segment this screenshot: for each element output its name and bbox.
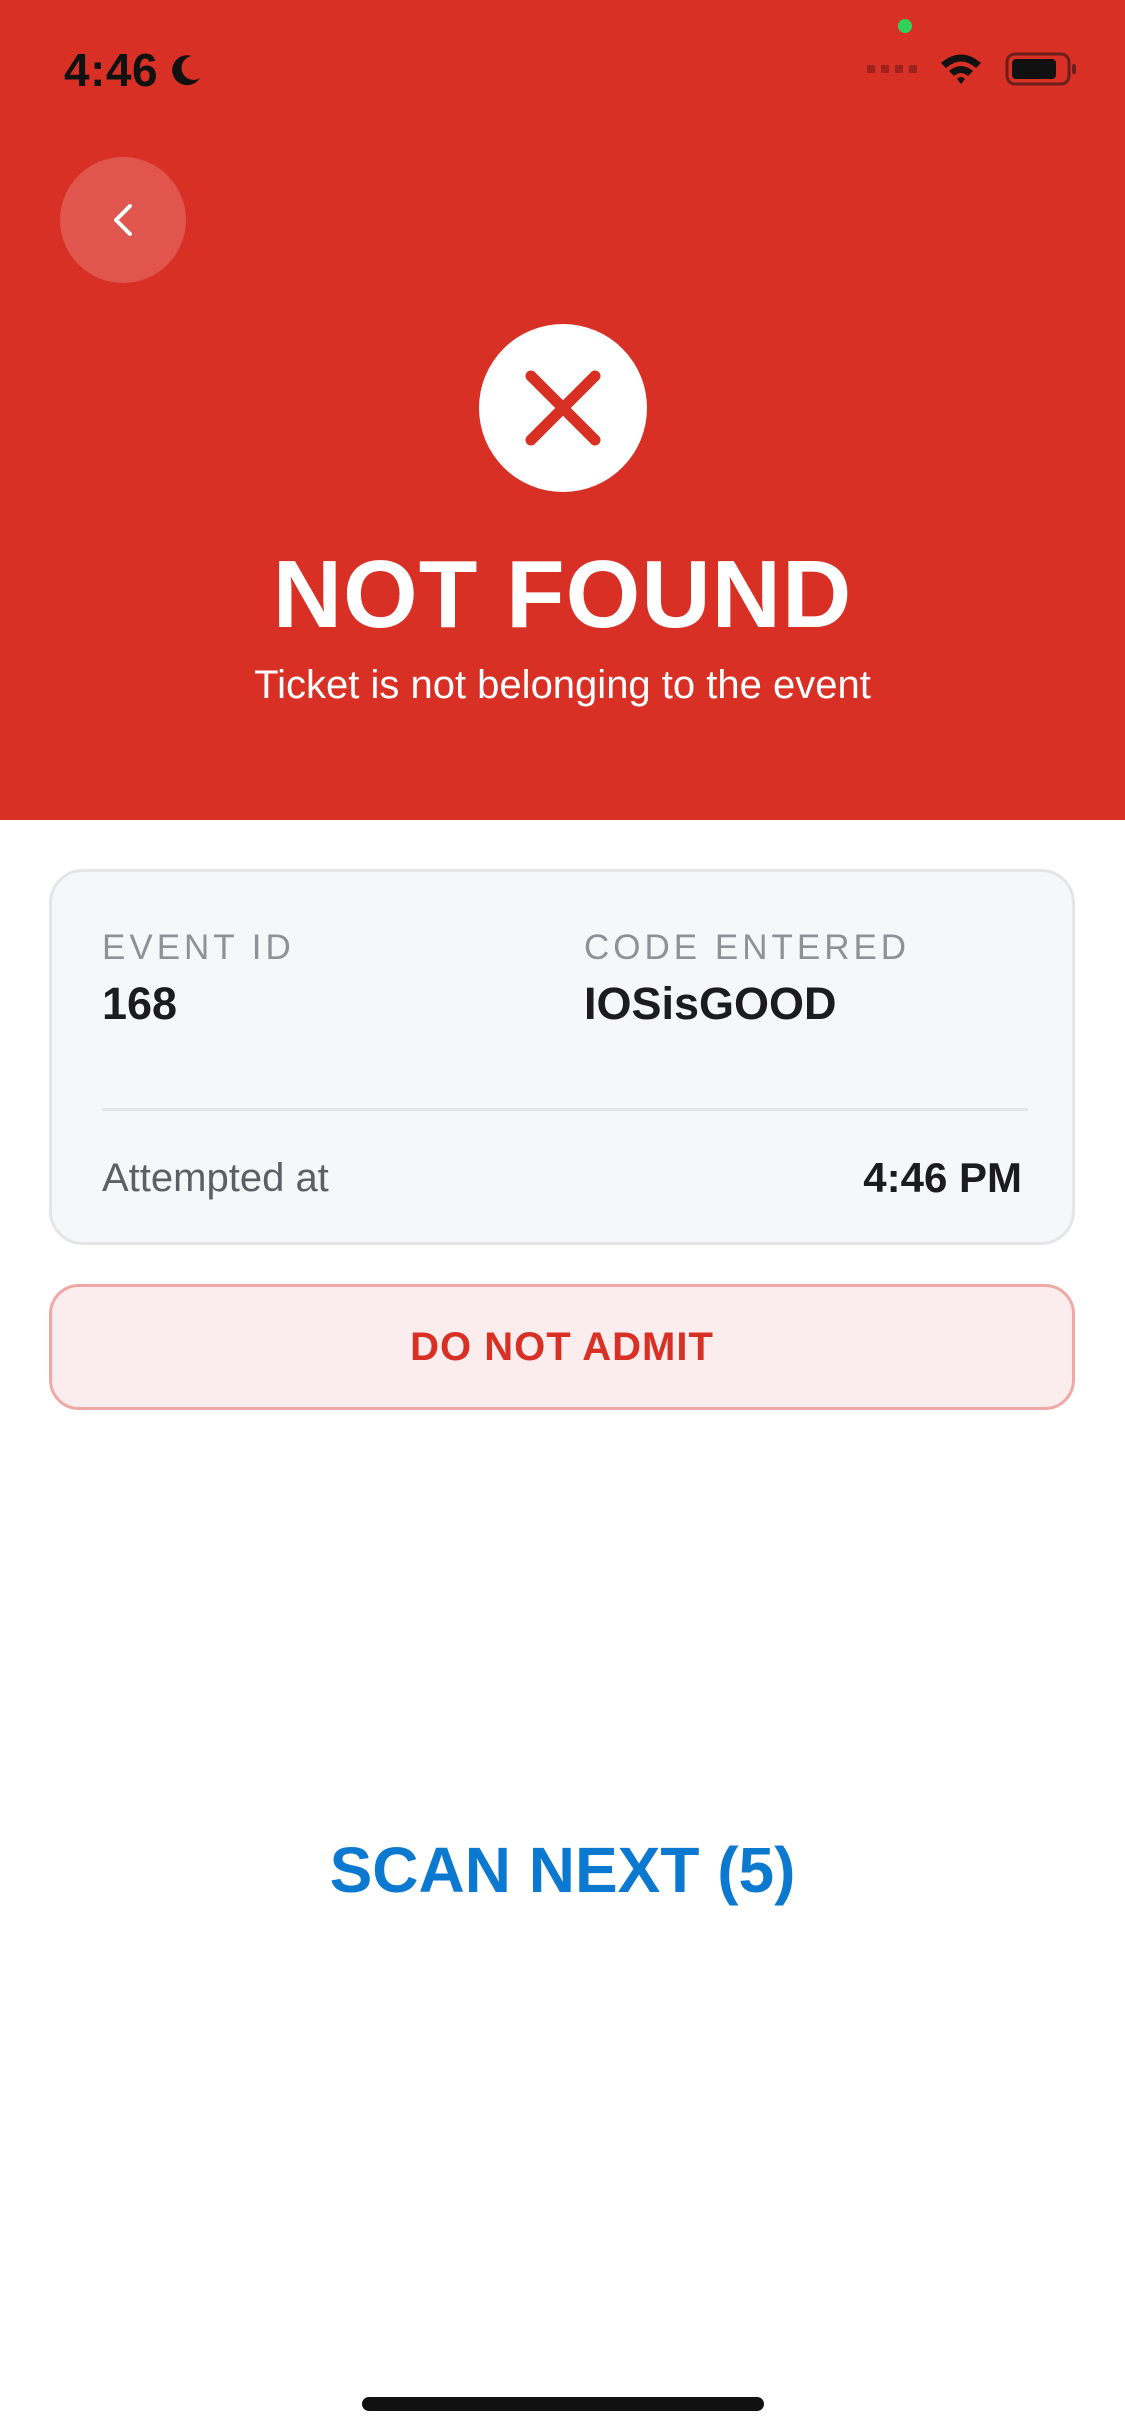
do-not-admit-banner: DO NOT ADMIT (49, 1284, 1075, 1410)
status-bar-time: 4:46 (64, 40, 206, 100)
card-divider (102, 1108, 1028, 1111)
status-bar-indicators (867, 44, 1079, 94)
cellular-signal-icon (867, 65, 917, 73)
privacy-indicator-dot (898, 19, 912, 33)
event-id-value: 168 (102, 978, 178, 1029)
code-entered-label: CODE ENTERED (584, 928, 911, 967)
scan-result-screen: 4:46 NOT FOUND Ticket is not belonging t… (0, 0, 1125, 2436)
result-subtitle: Ticket is not belonging to the event (254, 663, 871, 707)
wifi-icon (941, 54, 981, 84)
code-entered-value: IOSisGOOD (584, 978, 837, 1029)
chevron-left-icon (114, 204, 132, 236)
event-id-label: EVENT ID (102, 928, 295, 967)
back-button[interactable] (60, 157, 186, 283)
attempted-at-value: 4:46 PM (863, 1154, 1022, 1201)
moon-icon (172, 55, 201, 86)
attempted-at-label: Attempted at (102, 1156, 329, 1200)
scan-next-button[interactable]: SCAN NEXT (5) (0, 1830, 1125, 1910)
result-title: NOT FOUND (272, 541, 853, 648)
error-header: 4:46 NOT FOUND Ticket is not belonging t… (0, 0, 1125, 820)
x-circle-icon (525, 370, 601, 446)
status-time-text: 4:46 (64, 44, 159, 96)
ticket-details-card: EVENT ID 168 CODE ENTERED IOSisGOOD Atte… (49, 869, 1075, 1245)
status-circle (479, 324, 647, 492)
home-indicator[interactable] (362, 2397, 764, 2411)
battery-icon (1005, 52, 1076, 86)
